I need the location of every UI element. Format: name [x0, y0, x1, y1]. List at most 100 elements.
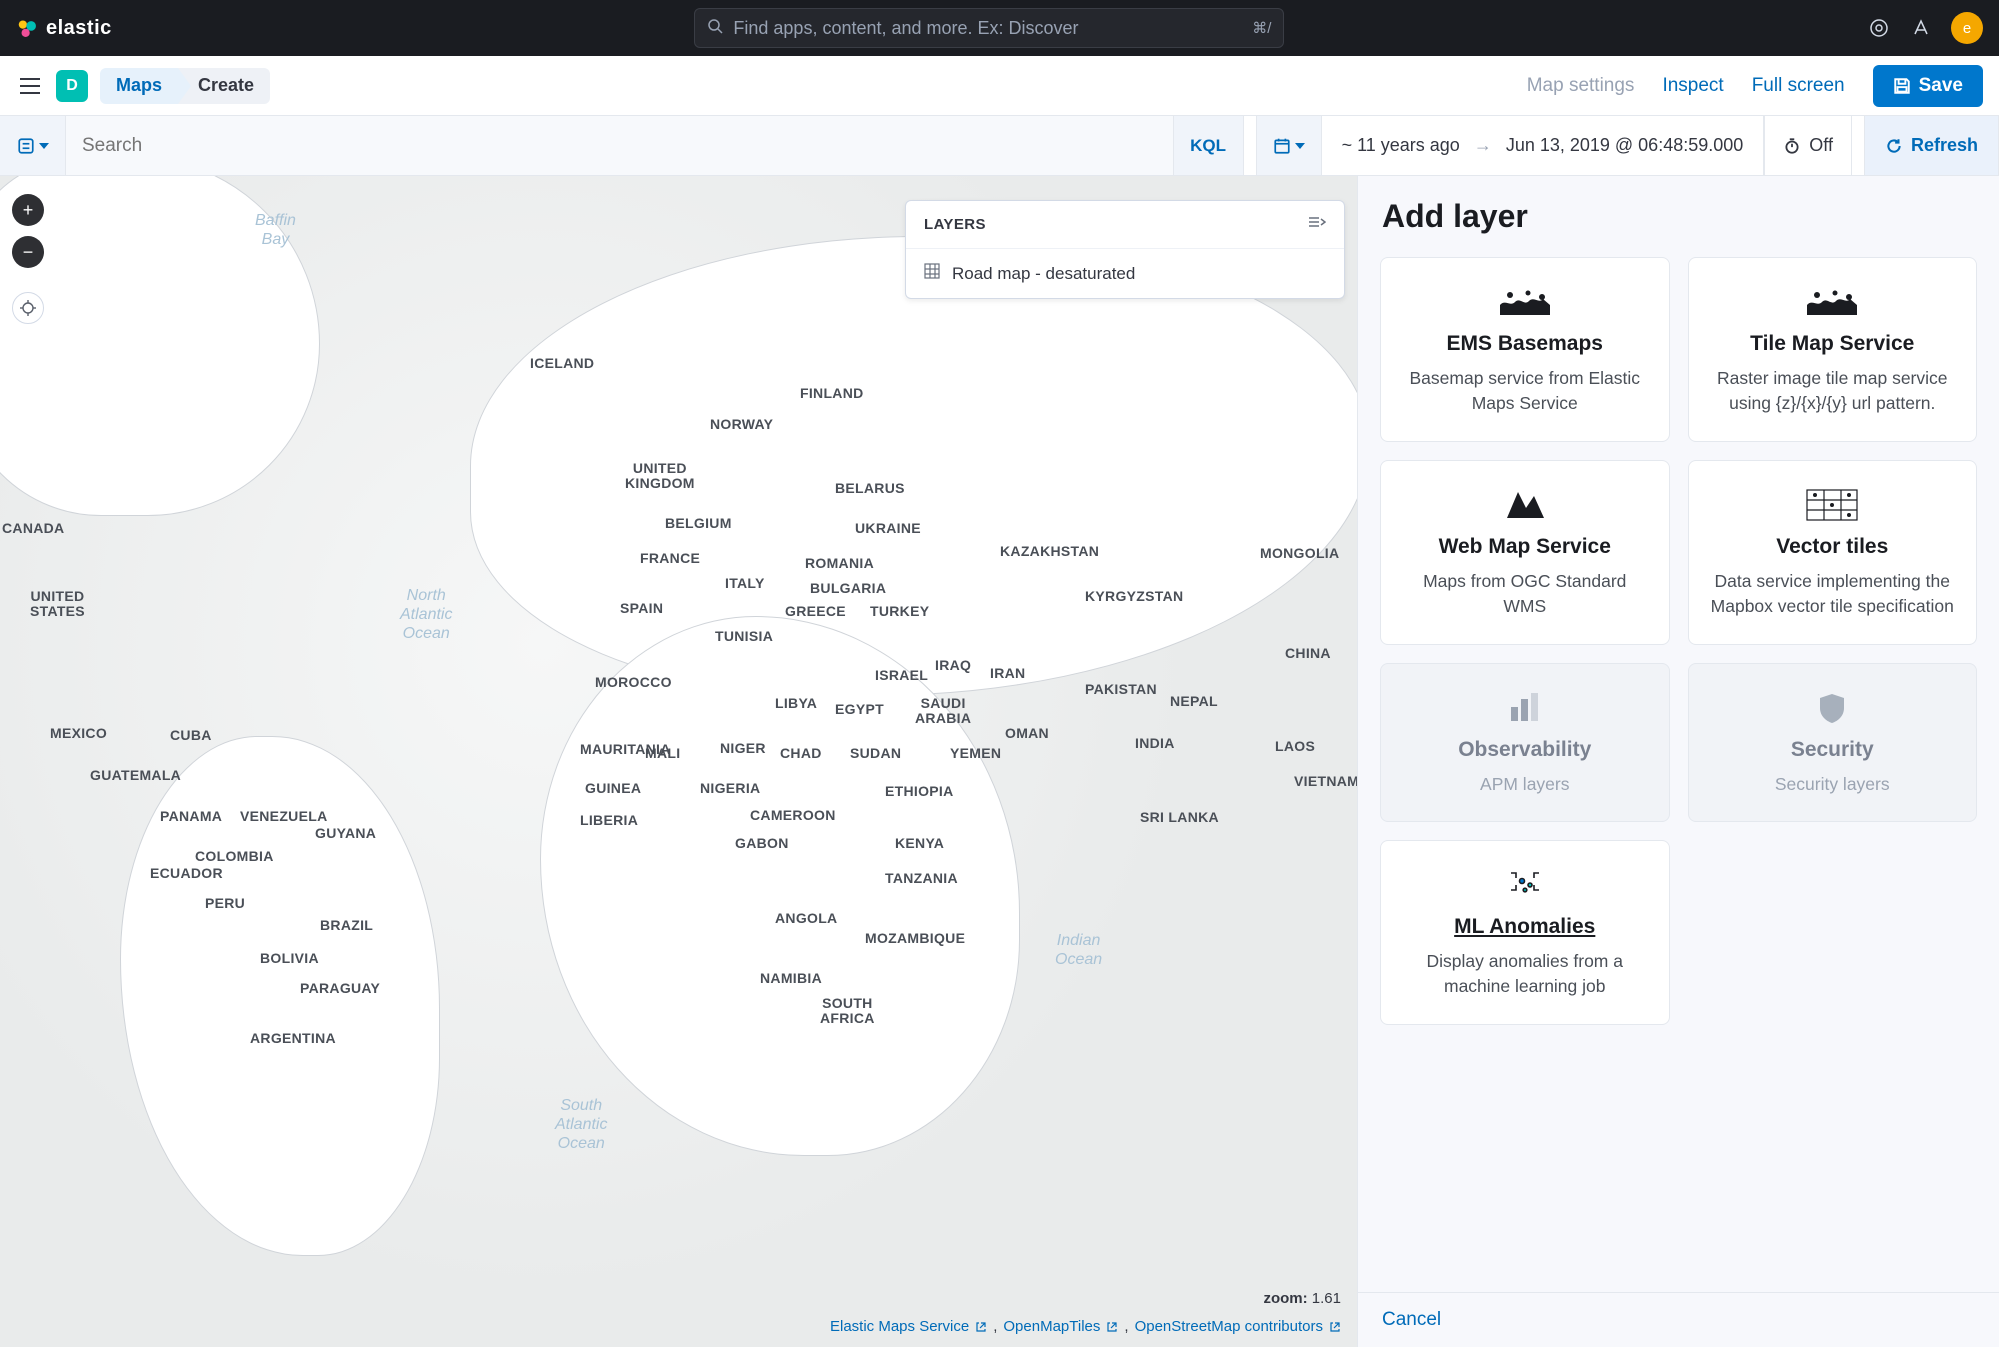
date-picker-toggle[interactable] [1256, 116, 1322, 175]
zoom-in-button[interactable]: + [12, 194, 44, 226]
country-label: UNITED STATES [30, 589, 85, 620]
country-label: ICELAND [530, 356, 594, 371]
layer-row[interactable]: Road map - desaturated [906, 248, 1344, 298]
kql-toggle[interactable]: KQL [1174, 116, 1244, 175]
query-bar: KQL ~ 11 years ago → Jun 13, 2019 @ 06:4… [0, 116, 1999, 176]
country-label: PANAMA [160, 809, 222, 824]
attrib-ems[interactable]: Elastic Maps Service [830, 1318, 969, 1335]
flyout-title: Add layer [1382, 198, 1975, 235]
card-desc: Basemap service from Elastic Maps Servic… [1401, 366, 1649, 417]
elastic-logo-icon [16, 17, 38, 39]
country-label: BELARUS [835, 481, 905, 496]
country-label: ANGOLA [775, 911, 837, 926]
layer-card-grid: EMS Basemaps Basemap service from Elastic… [1380, 257, 1977, 1025]
sec-icon [1818, 688, 1846, 728]
search-input[interactable] [66, 116, 1173, 175]
cancel-button[interactable]: Cancel [1382, 1309, 1441, 1330]
nav-toggle-icon[interactable] [16, 72, 44, 100]
refresh-button[interactable]: Refresh [1864, 116, 1999, 175]
layer-card-ems[interactable]: EMS Basemaps Basemap service from Elastic… [1380, 257, 1670, 442]
layer-card-tms[interactable]: Tile Map ServiceRaster image tile map se… [1688, 257, 1978, 442]
external-link-icon [1106, 1321, 1118, 1333]
attrib-osm[interactable]: OpenStreetMap contributors [1135, 1318, 1323, 1335]
country-label: SUDAN [850, 746, 901, 761]
card-desc: Display anomalies from a machine learnin… [1401, 949, 1649, 1000]
country-label: NORWAY [710, 417, 773, 432]
header-icons: e [1867, 12, 1983, 44]
obs-icon [1508, 688, 1542, 728]
card-title: ML Anomalies [1454, 915, 1595, 939]
ml-icon [1508, 865, 1542, 905]
newsfeed-icon[interactable] [1909, 16, 1933, 40]
layer-label: Road map - desaturated [952, 264, 1135, 284]
country-label: PAKISTAN [1085, 682, 1157, 697]
layer-card-wms[interactable]: Web Map ServiceMaps from OGC Standard WM… [1380, 460, 1670, 645]
locate-button[interactable] [12, 292, 44, 324]
flyout-body: EMS Basemaps Basemap service from Elastic… [1358, 257, 1999, 1292]
layers-title: LAYERS [924, 216, 986, 233]
country-label: GREECE [785, 604, 846, 619]
map-settings-link[interactable]: Map settings [1527, 75, 1635, 97]
country-label: ARGENTINA [250, 1031, 336, 1046]
add-layer-flyout: Add layer EMS Basemaps Basemap service fr… [1357, 176, 1999, 1347]
layers-panel: LAYERS Road map - desaturated [905, 200, 1345, 299]
country-label: CANADA [2, 521, 64, 536]
layers-stack: LAYERS Road map - desaturated Add layer [905, 188, 1345, 248]
country-label: GUYANA [315, 826, 376, 841]
zoom-controls: + − [12, 194, 44, 324]
country-label: BOLIVIA [260, 951, 319, 966]
country-label: VIETNAM [1294, 774, 1357, 789]
arrow-right-icon: → [1474, 135, 1492, 156]
map-canvas[interactable]: Baffin BayNorth Atlantic OceanSouth Atla… [0, 176, 1357, 1347]
save-button[interactable]: Save [1873, 65, 1983, 107]
country-label: NIGER [720, 741, 766, 756]
user-avatar[interactable]: e [1951, 12, 1983, 44]
auto-refresh-toggle[interactable]: Off [1764, 116, 1852, 175]
country-label: KAZAKHSTAN [1000, 544, 1099, 559]
country-label: CUBA [170, 728, 212, 743]
country-label: MOROCCO [595, 675, 672, 690]
search-input-wrap [66, 116, 1174, 175]
time-range[interactable]: ~ 11 years ago → Jun 13, 2019 @ 06:48:59… [1322, 116, 1765, 175]
country-label: SRI LANKA [1140, 810, 1219, 825]
country-label: SAUDI ARABIA [915, 696, 971, 727]
country-label: NIGERIA [700, 781, 760, 796]
mvt-icon [1805, 485, 1859, 525]
refresh-label: Refresh [1911, 135, 1978, 156]
card-title: Observability [1458, 738, 1591, 762]
country-label: LAOS [1275, 739, 1315, 754]
chevron-down-icon [1295, 143, 1305, 149]
country-label: KENYA [895, 836, 944, 851]
country-label: INDIA [1135, 736, 1175, 751]
country-label: MONGOLIA [1260, 546, 1339, 561]
breadcrumb-parent[interactable]: Maps [100, 68, 178, 104]
country-label: OMAN [1005, 726, 1049, 741]
country-label: MEXICO [50, 726, 107, 741]
country-label: IRAN [990, 666, 1025, 681]
chevron-down-icon [39, 143, 49, 149]
ems-icon [1498, 282, 1552, 322]
country-label: PERU [205, 896, 245, 911]
help-icon[interactable] [1867, 16, 1891, 40]
country-label: SOUTH AFRICA [820, 996, 875, 1027]
collapse-icon[interactable] [1308, 215, 1326, 234]
attrib-omt[interactable]: OpenMapTiles [1003, 1318, 1100, 1335]
global-search[interactable]: Find apps, content, and more. Ex: Discov… [694, 8, 1284, 48]
layer-card-mvt[interactable]: Vector tilesData service implementing th… [1688, 460, 1978, 645]
country-label: YEMEN [950, 746, 1001, 761]
zoom-readout: zoom: 1.61 [1263, 1290, 1341, 1307]
brand[interactable]: elastic [16, 17, 112, 40]
card-title: Tile Map Service [1750, 332, 1914, 356]
country-label: LIBYA [775, 696, 817, 711]
save-label: Save [1919, 75, 1963, 97]
card-desc: Maps from OGC Standard WMS [1401, 569, 1649, 620]
zoom-out-button[interactable]: − [12, 236, 44, 268]
filter-menu[interactable] [0, 116, 66, 175]
layer-card-ml[interactable]: ML Anomalies Display anomalies from a mac… [1380, 840, 1670, 1025]
fullscreen-link[interactable]: Full screen [1752, 75, 1845, 97]
app-chip[interactable]: D [56, 70, 88, 102]
crosshair-icon [20, 300, 36, 316]
card-title: EMS Basemaps [1447, 332, 1603, 356]
ocean-label: Indian Ocean [1055, 931, 1102, 969]
inspect-link[interactable]: Inspect [1662, 75, 1723, 97]
